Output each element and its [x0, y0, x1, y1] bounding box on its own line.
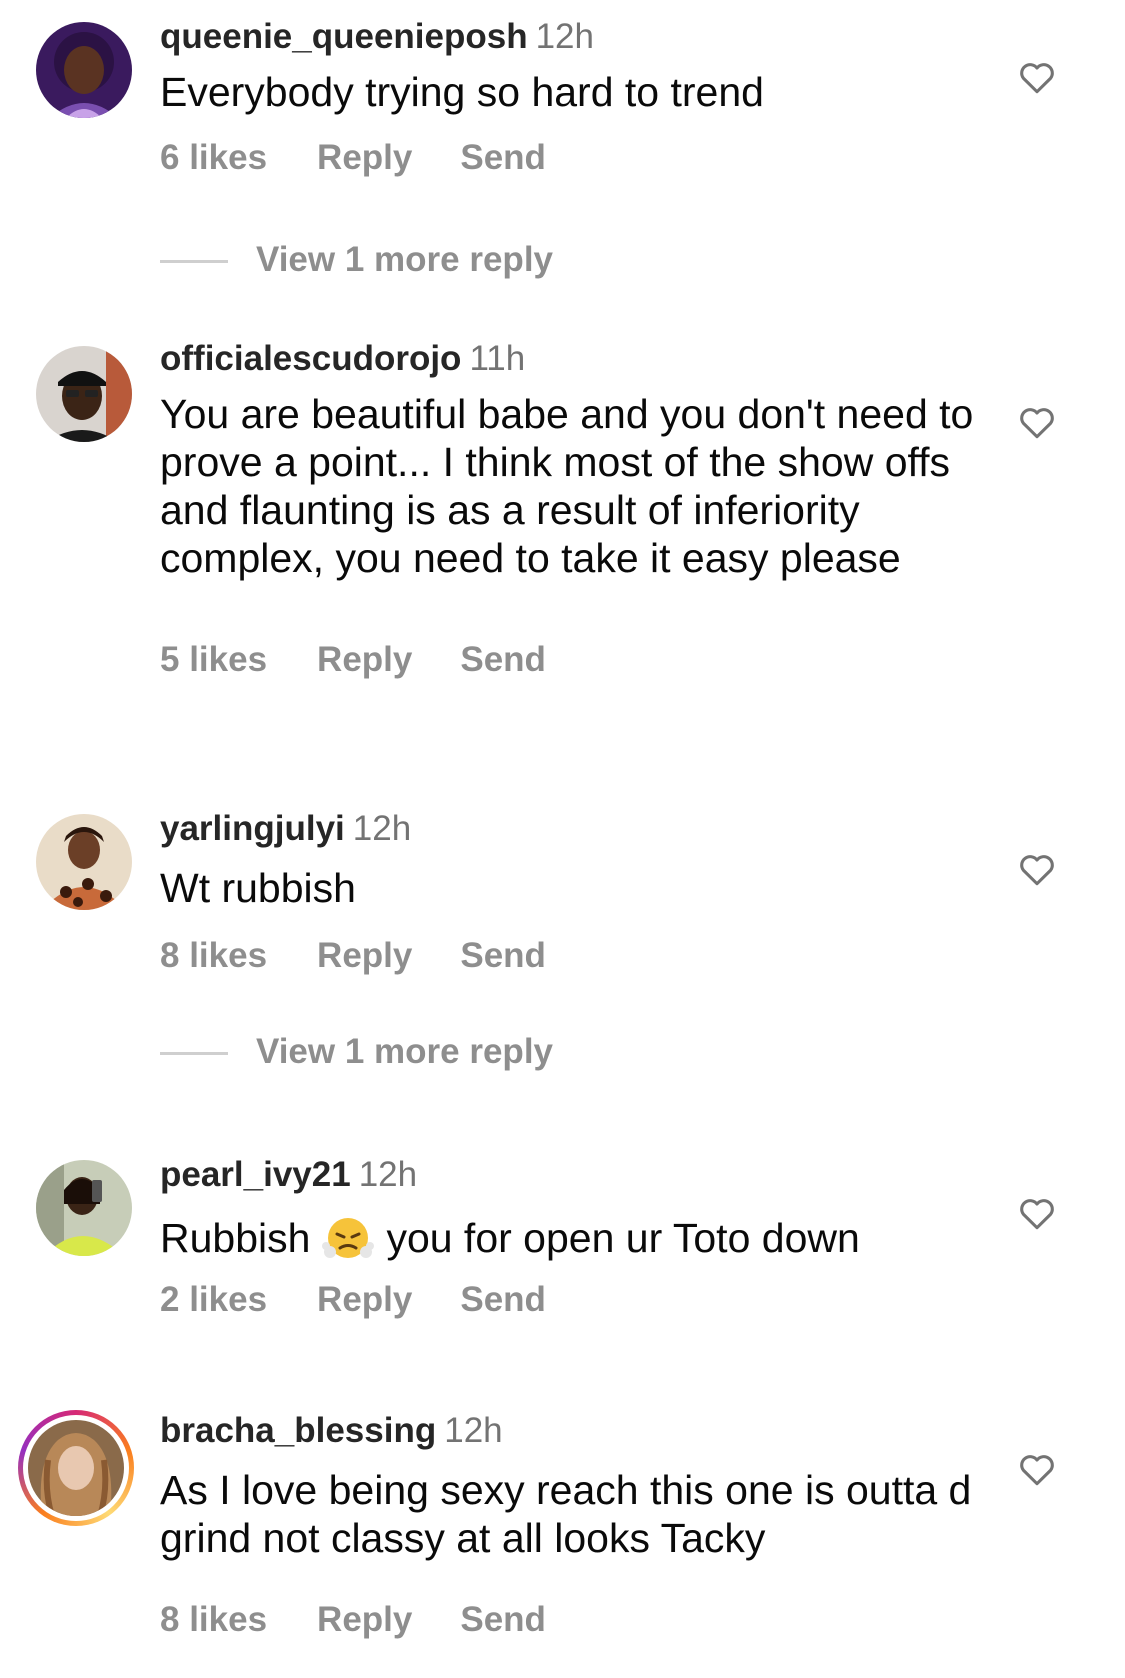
- likes-count[interactable]: 5 likes: [160, 640, 267, 680]
- send-button[interactable]: Send: [460, 640, 546, 680]
- view-more-replies[interactable]: View 1 more reply: [160, 1032, 553, 1072]
- timestamp: 12h: [358, 1155, 418, 1194]
- face-with-steam-icon: [322, 1218, 375, 1258]
- reply-button[interactable]: Reply: [317, 1600, 412, 1640]
- send-button[interactable]: Send: [460, 1600, 546, 1640]
- username[interactable]: officialescudorojo: [160, 339, 461, 378]
- likes-count[interactable]: 8 likes: [160, 1600, 267, 1640]
- heart-icon[interactable]: [1018, 405, 1056, 439]
- reply-button[interactable]: Reply: [317, 1280, 412, 1320]
- likes-count[interactable]: 8 likes: [160, 936, 267, 976]
- comment-header: pearl_ivy21 12h: [160, 1154, 417, 1196]
- comment-text: Everybody trying so hard to trend: [160, 69, 764, 115]
- comment-header: officialescudorojo 11h: [160, 338, 525, 380]
- comment-actions: 5 likes Reply Send: [160, 640, 546, 680]
- comment-actions: 8 likes Reply Send: [160, 936, 546, 976]
- send-button[interactable]: Send: [460, 1280, 546, 1320]
- send-button[interactable]: Send: [460, 138, 546, 178]
- reply-button[interactable]: Reply: [317, 640, 412, 680]
- heart-icon[interactable]: [1018, 60, 1056, 94]
- timestamp: 11h: [469, 339, 526, 378]
- comment-actions: 6 likes Reply Send: [160, 138, 546, 178]
- avatar[interactable]: [28, 1420, 124, 1516]
- username[interactable]: pearl_ivy21: [160, 1155, 351, 1194]
- comments-list: queenie_queenieposh 12h Everybody trying …: [0, 0, 1125, 1678]
- comment-text: Rubbish you for open ur Toto down: [160, 1210, 980, 1262]
- comment-text-after: you for open ur Toto down: [386, 1215, 860, 1261]
- comment-header: yarlingjulyi 12h: [160, 808, 411, 850]
- comment-actions: 8 likes Reply Send: [160, 1600, 546, 1640]
- comment-header: queenie_queenieposh 12h: [160, 16, 594, 58]
- timestamp: 12h: [444, 1411, 503, 1450]
- username[interactable]: bracha_blessing: [160, 1411, 436, 1450]
- comment-text-before: Rubbish: [160, 1215, 311, 1261]
- comment-text: Wt rubbish: [160, 865, 356, 911]
- timestamp: 12h: [352, 809, 412, 848]
- username[interactable]: queenie_queenieposh: [160, 17, 528, 56]
- reply-button[interactable]: Reply: [317, 138, 412, 178]
- story-ring[interactable]: [18, 1410, 134, 1526]
- likes-count[interactable]: 2 likes: [160, 1280, 267, 1320]
- likes-count[interactable]: 6 likes: [160, 138, 267, 178]
- comment-text: You are beautiful babe and you don't nee…: [160, 391, 974, 581]
- avatar[interactable]: [36, 346, 132, 442]
- avatar[interactable]: [36, 1160, 132, 1256]
- view-more-replies[interactable]: View 1 more reply: [160, 240, 553, 280]
- divider: [160, 1052, 228, 1056]
- divider: [160, 260, 228, 264]
- send-button[interactable]: Send: [460, 936, 546, 976]
- view-more-label: View 1 more reply: [256, 1032, 554, 1071]
- heart-icon[interactable]: [1018, 852, 1056, 886]
- username[interactable]: yarlingjulyi: [160, 809, 345, 848]
- reply-button[interactable]: Reply: [317, 936, 412, 976]
- view-more-label: View 1 more reply: [256, 240, 554, 279]
- heart-icon[interactable]: [1018, 1452, 1056, 1486]
- timestamp: 12h: [535, 17, 594, 56]
- comment-text: As I love being sexy reach this one is o…: [160, 1467, 972, 1561]
- avatar[interactable]: [36, 22, 132, 118]
- comment-actions: 2 likes Reply Send: [160, 1280, 546, 1320]
- comment-header: bracha_blessing 12h: [160, 1410, 503, 1452]
- avatar[interactable]: [36, 814, 132, 910]
- heart-icon[interactable]: [1018, 1196, 1056, 1230]
